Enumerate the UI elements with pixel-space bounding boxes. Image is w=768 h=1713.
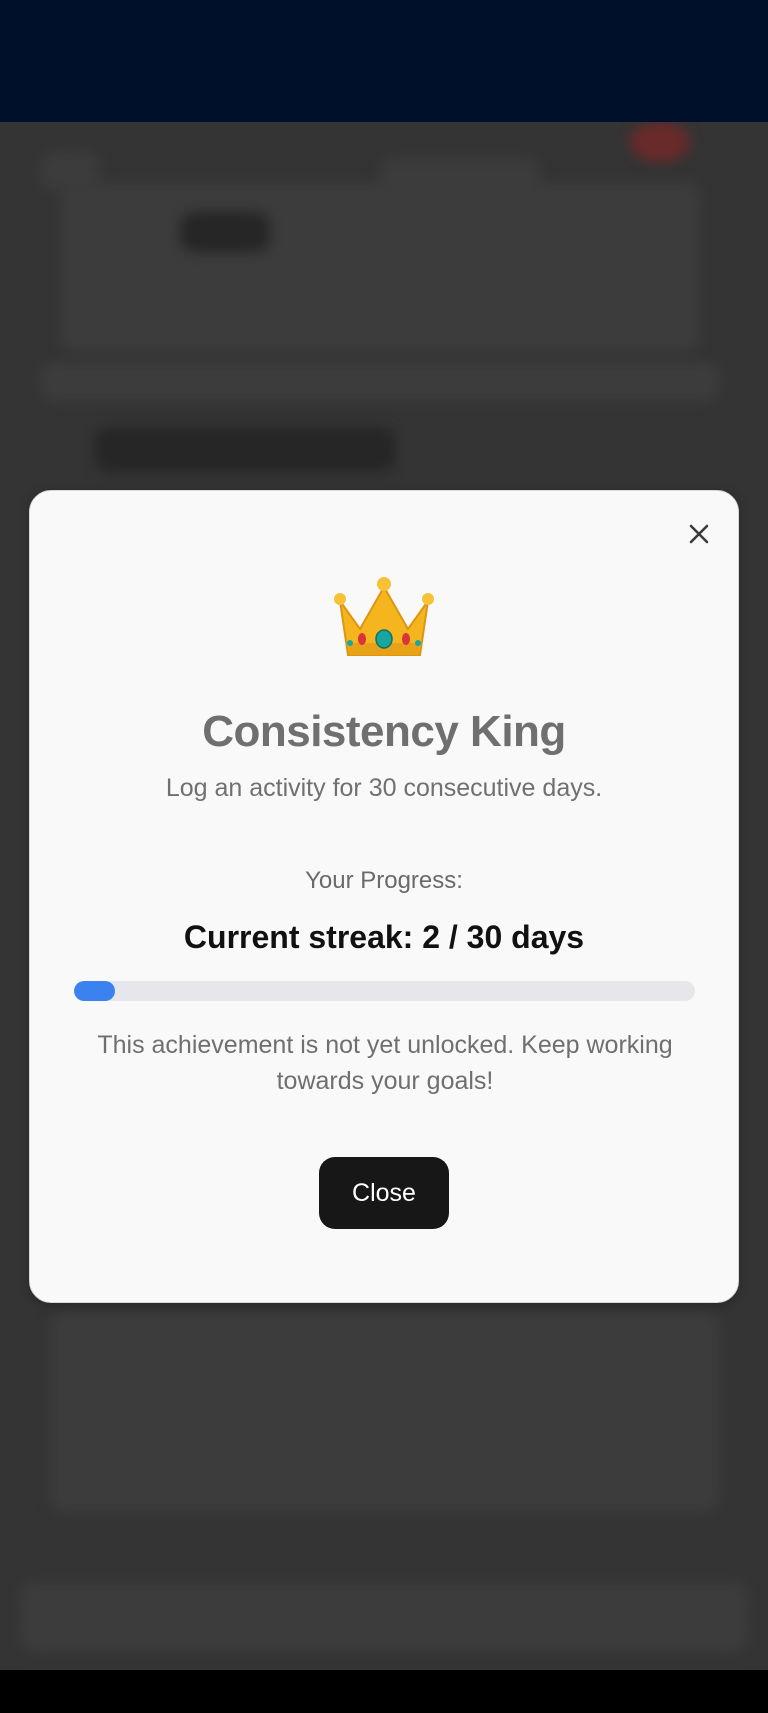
achievement-description: Log an activity for 30 consecutive days. <box>165 774 603 802</box>
blurred-bottom-nav <box>20 1582 748 1652</box>
locked-note: This achievement is not yet unlocked. Ke… <box>97 1031 673 1095</box>
close-button[interactable]: Close <box>319 1157 449 1229</box>
blurred-avatar <box>630 122 690 162</box>
system-nav-bar <box>0 1670 768 1713</box>
blurred-row <box>40 362 720 402</box>
current-streak: Current streak: 2 / 30 days <box>183 919 585 955</box>
achievement-title: Consistency King <box>202 707 566 756</box>
blurred-card <box>50 1312 720 1512</box>
progress-label: Your Progress: <box>305 867 463 894</box>
crown-icon <box>30 571 738 672</box>
progress-bar <box>74 981 695 1001</box>
blurred-heading <box>180 212 270 252</box>
screen: Consistency King Log an activity for 30 … <box>0 0 768 1713</box>
progress-fill <box>74 981 116 1001</box>
status-bar <box>0 0 768 122</box>
blurred-card <box>60 182 700 352</box>
blurred-section-title <box>95 427 395 472</box>
close-icon[interactable] <box>681 516 717 552</box>
achievement-dialog: Consistency King Log an activity for 30 … <box>29 490 739 1303</box>
